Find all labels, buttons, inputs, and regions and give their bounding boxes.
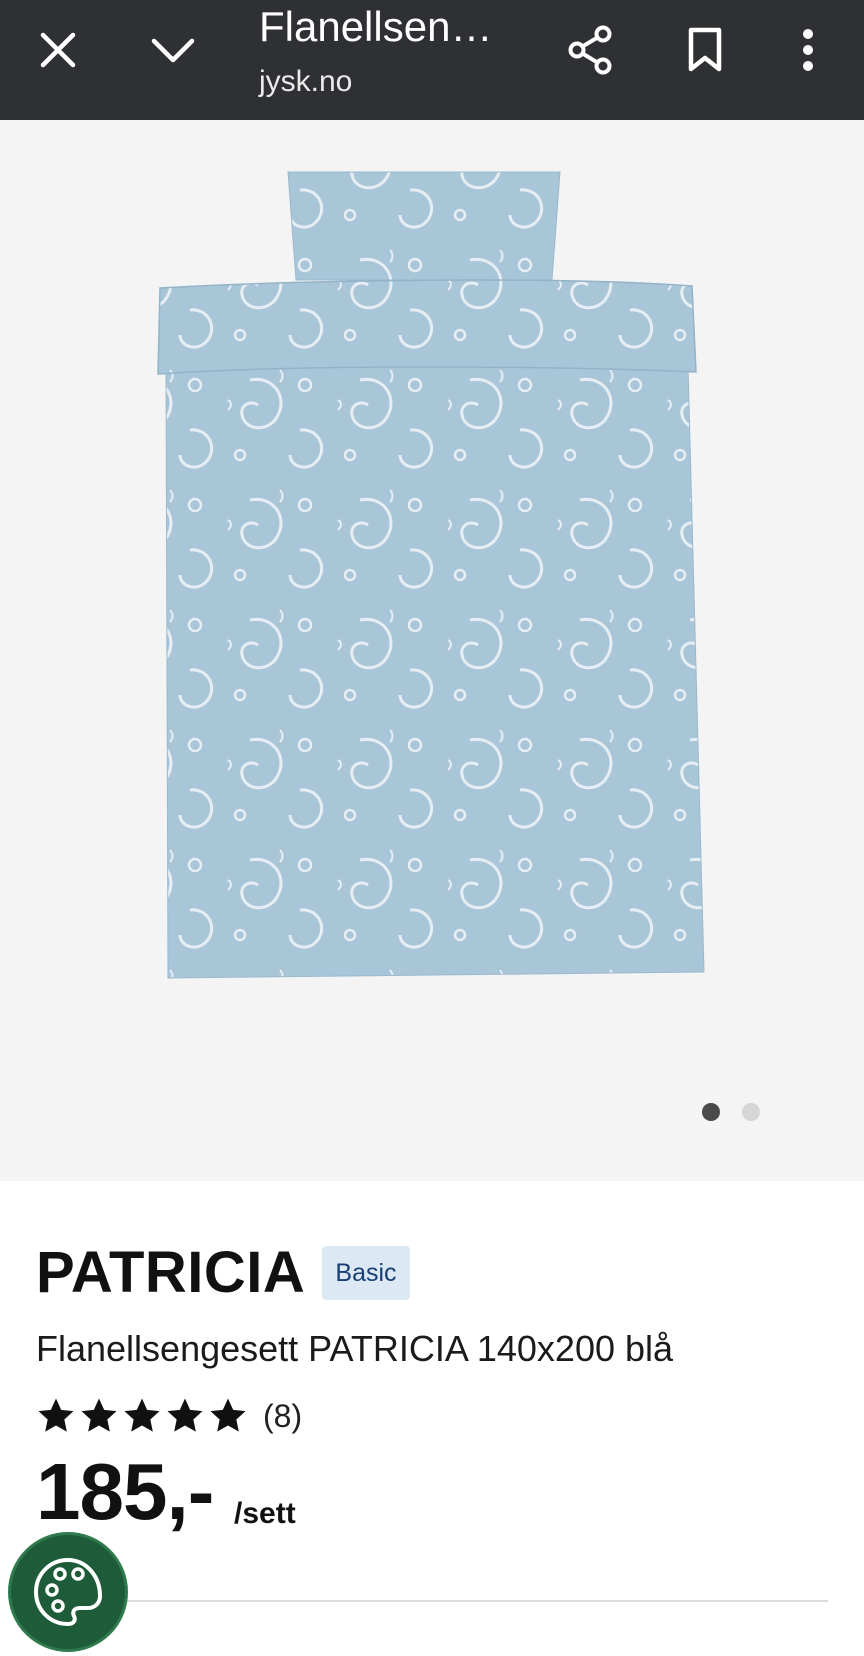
star-icon	[167, 1398, 203, 1432]
more-vert-icon	[803, 29, 813, 71]
cookie-palette-icon	[34, 1558, 102, 1626]
close-button[interactable]	[18, 0, 98, 100]
share-button[interactable]	[550, 0, 630, 100]
product-brand: PATRICIA	[36, 1240, 306, 1305]
product-subtitle: Flanellsengesett PATRICIA 140x200 blå	[36, 1328, 674, 1369]
page-url: jysk.no	[259, 65, 353, 98]
menu-button[interactable]	[768, 0, 848, 100]
page-title: Flanellsen…	[259, 3, 493, 50]
product-price: 185,-	[36, 1447, 214, 1536]
star-icon	[124, 1398, 160, 1432]
divider	[36, 1600, 828, 1602]
cookie-settings-button[interactable]	[8, 1532, 128, 1652]
product-image-gallery[interactable]	[0, 120, 864, 1181]
product-image	[157, 171, 705, 979]
carousel-dot-active[interactable]	[702, 1103, 720, 1121]
chevron-down-icon	[151, 38, 195, 63]
carousel-dot[interactable]	[742, 1103, 760, 1121]
star-icon	[81, 1398, 117, 1432]
star-icon	[210, 1398, 246, 1432]
share-icon	[568, 25, 612, 75]
rating-stars[interactable]	[36, 1394, 251, 1438]
star-icon	[38, 1398, 74, 1432]
close-icon	[40, 32, 76, 68]
minimize-button[interactable]	[133, 0, 213, 100]
product-badge: Basic	[322, 1246, 410, 1300]
review-count[interactable]: (8)	[263, 1394, 302, 1438]
browser-top-bar: Flanellsen… jysk.no	[0, 0, 864, 120]
price-unit: /sett	[234, 1497, 296, 1530]
bookmark-icon	[688, 27, 722, 72]
bookmark-button[interactable]	[665, 0, 745, 100]
